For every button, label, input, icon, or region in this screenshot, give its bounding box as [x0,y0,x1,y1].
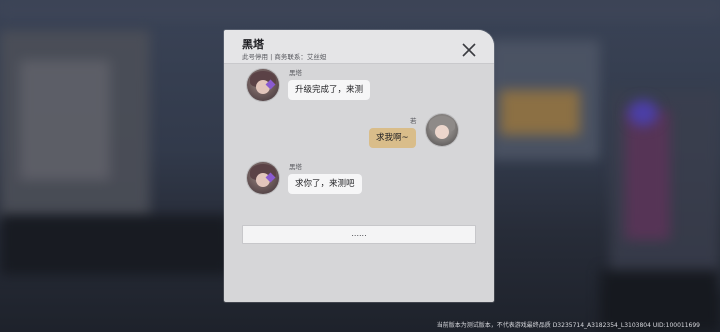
contact-name: 黑塔 [242,38,264,51]
message-sender: 黑塔 [289,163,302,171]
message-sender: 若 [410,117,417,125]
chat-header: 黑塔 此号停用 | 商务联系：艾丝妲 [224,30,494,64]
version-footer: 当前版本为测试版本，不代表游戏最终品质 D3235714_A3182354_L3… [436,322,700,329]
contact-avatar [247,162,279,194]
reply-option-button[interactable]: ...... [242,225,476,244]
message-bubble: 求你了，来测吧 [288,174,362,194]
message-sender: 黑塔 [289,69,302,77]
message-bubble: 升级完成了，来测 [288,80,371,100]
user-avatar [426,114,458,146]
contact-subtitle: 此号停用 | 商务联系：艾丝妲 [242,53,327,61]
message-panel: 黑塔 此号停用 | 商务联系：艾丝妲 黑塔 升级完成了，来测 若 求我啊~ 黑塔… [224,30,494,302]
message-bubble: 求我啊~ [369,128,416,148]
close-icon[interactable] [460,41,478,59]
contact-avatar [247,69,279,101]
chat-log: 黑塔 升级完成了，来测 若 求我啊~ 黑塔 求你了，来测吧 [224,64,494,214]
